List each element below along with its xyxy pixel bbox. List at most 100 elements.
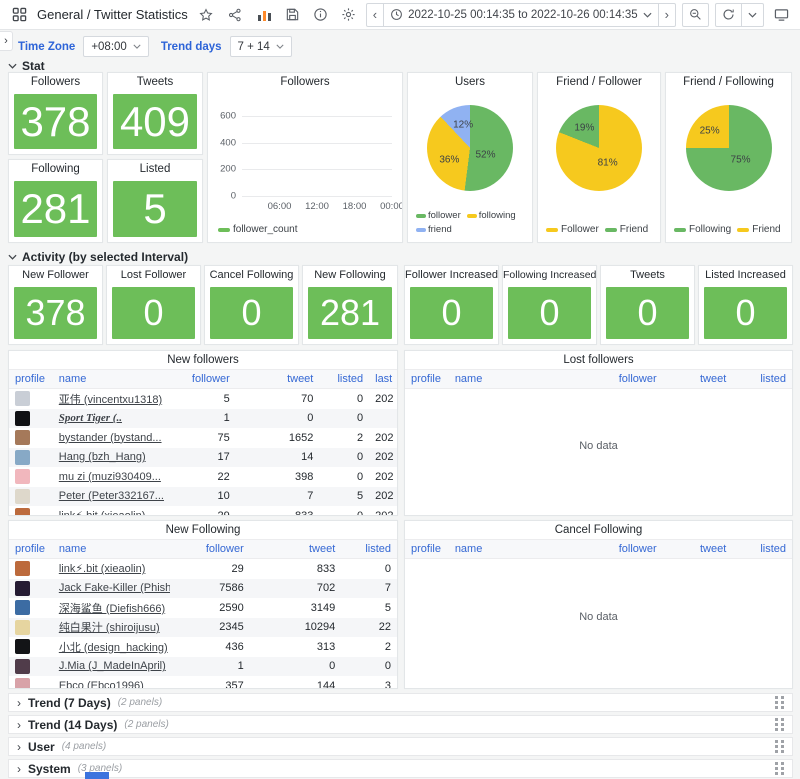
drag-handle-icon[interactable] (775, 740, 784, 753)
pane-expand-button[interactable]: › (0, 31, 13, 51)
column-header[interactable]: listed (732, 543, 792, 555)
panel-title[interactable]: Following (9, 160, 102, 179)
panel-title[interactable]: Followers (9, 73, 102, 92)
column-header[interactable]: listed (319, 373, 369, 385)
panel-title[interactable]: Cancel Following (405, 521, 792, 539)
column-header[interactable]: name (449, 543, 563, 555)
column-header[interactable]: name (449, 373, 563, 385)
panel-title[interactable]: Lost Follower (107, 266, 200, 285)
chevron-right-icon: › (17, 718, 21, 732)
table-body: 亚伟 (vincentxu1318) 5 70 0 202 Sport Tige… (9, 389, 397, 516)
profile-link[interactable]: Peter (Peter332167... (59, 490, 164, 502)
panel-title[interactable]: Lost followers (405, 351, 792, 369)
panel-title[interactable]: Followers (208, 73, 402, 92)
column-header[interactable]: tweet (250, 543, 342, 555)
panel-title[interactable]: Listed (108, 160, 202, 179)
panel-title[interactable]: Cancel Following (205, 266, 298, 285)
profile-link[interactable]: J.Mia (J_MadeInApril) (59, 660, 166, 672)
column-header[interactable]: tweet (663, 543, 733, 555)
panel-title[interactable]: Listed Increased (699, 266, 792, 285)
profile-link[interactable]: Hang (bzh_Hang) (59, 451, 146, 463)
column-header[interactable]: follower (164, 373, 236, 385)
save-dashboard-icon[interactable] (282, 4, 304, 26)
column-header[interactable]: profile (9, 543, 53, 555)
grafana-dashboard: General / Twitter Statistics ‹ (0, 0, 800, 779)
zoom-out-time-button[interactable] (682, 3, 709, 27)
profile-link[interactable]: bystander (bystand... (59, 432, 162, 444)
panel-title[interactable]: Follower Increased (405, 266, 498, 285)
profile-link[interactable]: mu zi (muzi930409... (59, 471, 161, 483)
profile-link[interactable]: Jack Fake-Killer (Phish... (59, 582, 170, 594)
dashboard-insights-icon[interactable] (310, 4, 332, 26)
column-header[interactable]: tweet (663, 373, 733, 385)
dashboard-row-trend-14-days[interactable]: › Trend (14 Days) (2 panels) (8, 715, 793, 734)
legend-item[interactable]: follower_count (218, 224, 297, 235)
column-header[interactable]: follower (563, 543, 662, 555)
column-header[interactable]: name (53, 373, 164, 385)
column-header[interactable]: follower (170, 543, 250, 555)
drag-handle-icon[interactable] (775, 718, 784, 731)
profile-link[interactable]: 纯白果汁 (shiroijusu) (59, 622, 160, 634)
dashboard-row-trend-7-days[interactable]: › Trend (7 Days) (2 panels) (8, 693, 793, 712)
profile-link[interactable]: link⚡.bit (xieaolin) (59, 510, 146, 516)
stat-panel-follower-increased: Follower Increased 0 (404, 265, 499, 345)
panel-title[interactable]: Friend / Follower (538, 73, 660, 92)
refresh-button[interactable] (715, 3, 742, 27)
column-header[interactable]: name (53, 543, 170, 555)
time-range-back-button[interactable]: ‹ (366, 3, 384, 27)
legend-item[interactable]: Friend (737, 224, 780, 235)
refresh-interval-dropdown[interactable] (742, 3, 764, 27)
panel-title[interactable]: Users (408, 73, 532, 92)
column-header[interactable]: listed (341, 543, 397, 555)
variable-trend-days-select[interactable]: 7 + 14 (230, 36, 292, 57)
panel-title[interactable]: New Following (9, 521, 397, 539)
profile-link[interactable]: Sport Tiger (.. (59, 412, 122, 424)
column-header[interactable]: profile (9, 373, 53, 385)
panel-title[interactable]: New Following (303, 266, 397, 285)
section-activity[interactable]: Activity (by selected Interval) (8, 250, 188, 264)
drag-handle-icon[interactable] (775, 762, 784, 775)
panel-title[interactable]: New followers (9, 351, 397, 369)
panel-title[interactable]: Friend / Following (666, 73, 791, 92)
column-header[interactable]: profile (405, 373, 449, 385)
share-icon[interactable] (224, 4, 246, 26)
legend-item[interactable]: Follower (546, 224, 599, 235)
legend-item[interactable]: friend (416, 224, 452, 235)
legend-item[interactable]: following (467, 210, 516, 221)
drag-handle-icon[interactable] (775, 696, 784, 709)
profile-link[interactable]: link⚡.bit (xieaolin) (59, 563, 146, 575)
column-header[interactable]: profile (405, 543, 449, 555)
variable-timezone-select[interactable]: +08:00 (83, 36, 149, 57)
panel-title[interactable]: New Follower (9, 266, 102, 285)
legend-item[interactable]: Following (674, 224, 731, 235)
column-header[interactable]: follower (563, 373, 662, 385)
panel-title[interactable]: Following Increased (503, 266, 596, 285)
dashboard-row-user[interactable]: › User (4 panels) (8, 737, 793, 756)
breadcrumb[interactable]: General / Twitter Statistics (37, 7, 188, 22)
time-range-button[interactable]: 2022-10-25 00:14:35 to 2022-10-26 00:14:… (384, 3, 659, 27)
column-header[interactable]: listed (732, 373, 792, 385)
time-range-forward-button[interactable]: › (659, 3, 676, 27)
chevron-right-icon: › (17, 762, 21, 776)
analytics-icon[interactable] (254, 4, 276, 26)
tv-mode-icon[interactable] (770, 4, 792, 26)
legend-item[interactable]: Friend (605, 224, 648, 235)
profile-link[interactable]: 小北 (design_hacking) (59, 642, 168, 654)
panel-title[interactable]: Tweets (108, 73, 202, 92)
section-stat[interactable]: Stat (8, 59, 45, 73)
table-row: J.Mia (J_MadeInApril) 1 0 0 (9, 657, 397, 677)
legend-item[interactable]: follower (416, 210, 461, 221)
dashboards-grid-icon[interactable] (8, 4, 30, 26)
column-header[interactable]: tweet (236, 373, 320, 385)
table-row: link⚡.bit (xieaolin) 29 833 0 (9, 559, 397, 579)
profile-link[interactable]: 深海鲨鱼 (Diefish666) (59, 603, 165, 615)
dashboard-row-system[interactable]: › System (3 panels) (8, 759, 793, 778)
stat-panel-following-increased: Following Increased 0 (502, 265, 597, 345)
star-icon[interactable] (195, 4, 217, 26)
panel-title[interactable]: Tweets (601, 266, 694, 285)
profile-link[interactable]: 亚伟 (vincentxu1318) (59, 394, 162, 406)
chevron-right-icon: › (17, 740, 21, 754)
dashboard-settings-icon[interactable] (338, 4, 360, 26)
profile-link[interactable]: Ebco (Ebco1996) (59, 680, 144, 689)
column-header[interactable]: last (369, 373, 397, 385)
